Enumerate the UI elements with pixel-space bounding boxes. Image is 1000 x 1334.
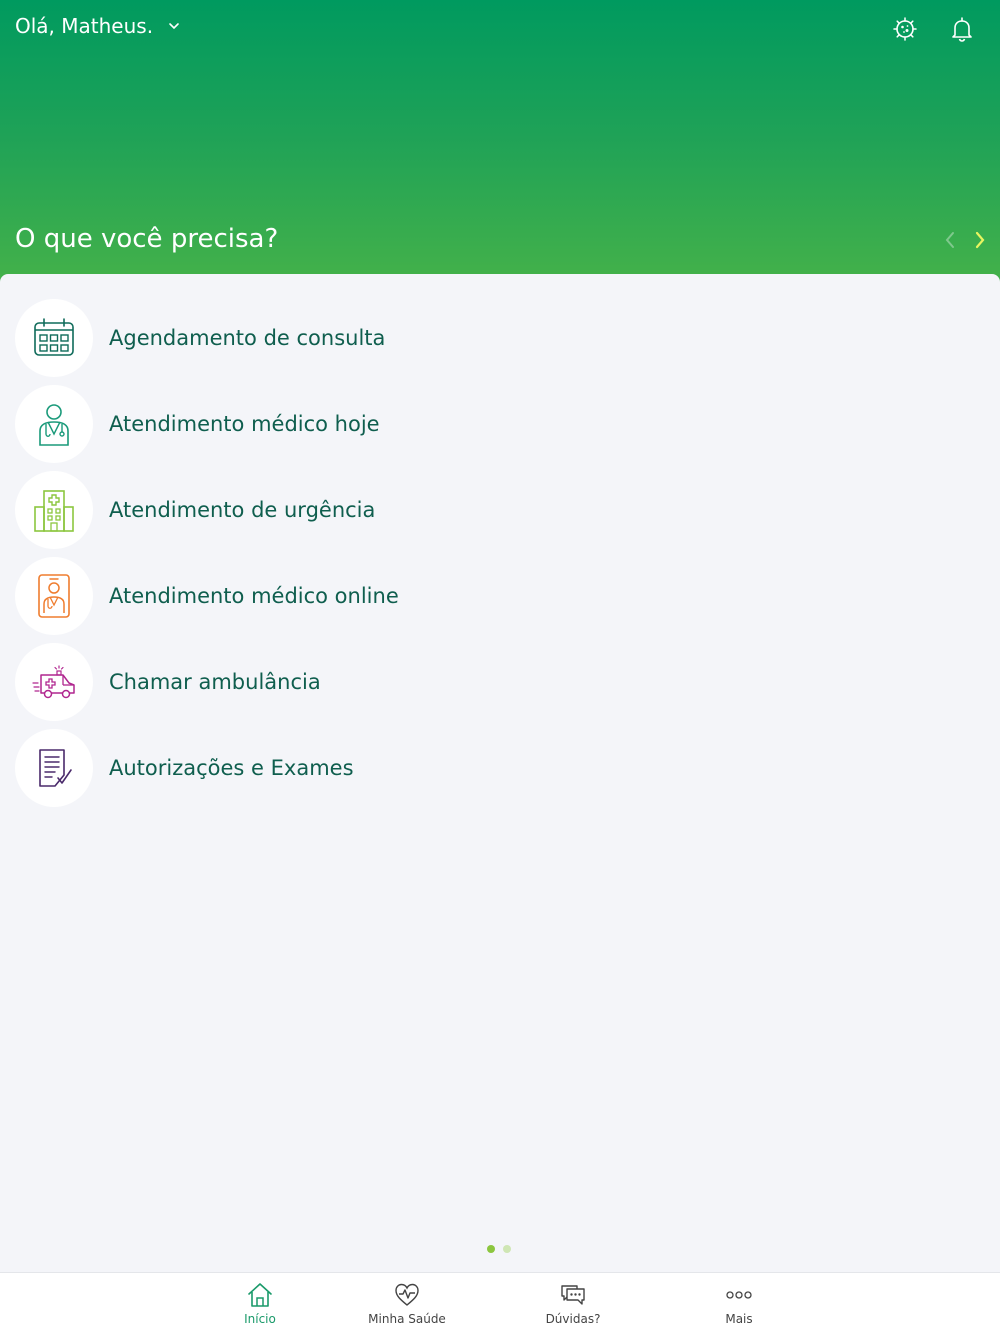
tab-label: Início [244,1312,276,1326]
tab-label: Mais [725,1312,753,1326]
menu-item-label: Atendimento de urgência [109,498,376,522]
chevron-left-icon[interactable] [940,228,960,252]
menu-item-ambulancia[interactable]: Chamar ambulância [15,643,615,721]
page-dot-inactive[interactable] [503,1245,511,1253]
tab-mais[interactable]: Mais [679,1273,799,1334]
home-icon [248,1283,272,1307]
user-greeting-dropdown[interactable]: Olá, Matheus. [15,14,181,38]
virus-icon[interactable] [890,14,920,44]
calendar-icon [34,318,74,356]
menu-item-label: Chamar ambulância [109,670,321,694]
menu-item-icon-circle [15,471,93,549]
chevron-down-icon [169,23,179,30]
page-title: O que você precisa? [15,224,279,254]
menu-item-icon-circle [15,385,93,463]
doctor-phone-icon [38,574,70,618]
tab-label: Minha Saúde [368,1312,446,1326]
header: Olá, Matheus. O que você precisa? [0,0,1000,300]
menu-item-label: Atendimento médico online [109,584,399,608]
tab-duvidas[interactable]: Dúvidas? [513,1273,633,1334]
menu-item-label: Autorizações e Exames [109,756,354,780]
chevron-right-icon[interactable] [970,228,990,252]
menu-item-autorizacoes[interactable]: Autorizações e Exames [15,729,615,807]
doctor-icon [39,404,69,446]
menu-item-icon-circle [15,643,93,721]
ambulance-icon [32,665,75,699]
menu-item-atendimento-hoje[interactable]: Atendimento médico hoje [15,385,615,463]
tab-label: Dúvidas? [545,1312,601,1326]
heart-pulse-icon [395,1283,419,1306]
menu-item-urgencia[interactable]: Atendimento de urgência [15,471,615,549]
page-indicator [487,1245,511,1253]
menu-item-label: Agendamento de consulta [109,326,386,350]
menu-item-icon-circle [15,729,93,807]
page-dot-active[interactable] [487,1245,495,1253]
bell-icon[interactable] [947,14,977,44]
menu-item-icon-circle [15,557,93,635]
tab-inicio[interactable]: Início [200,1273,320,1334]
hospital-icon [34,490,74,532]
tab-minha-saude[interactable]: Minha Saúde [347,1273,467,1334]
menu-item-label: Atendimento médico hoje [109,412,380,436]
menu-item-atendimento-online[interactable]: Atendimento médico online [15,557,615,635]
more-circles-icon [726,1291,752,1299]
menu-item-agendamento[interactable]: Agendamento de consulta [15,299,615,377]
services-card: Agendamento de consulta Atendimento médi… [0,274,1000,1274]
greeting-text: Olá, Matheus. [15,14,154,38]
menu-item-icon-circle [15,299,93,377]
bottom-tab-bar: Início Minha Saúde Dúvidas? Mais [0,1272,1000,1334]
document-check-icon [39,749,72,787]
chat-bubbles-icon [561,1285,585,1305]
